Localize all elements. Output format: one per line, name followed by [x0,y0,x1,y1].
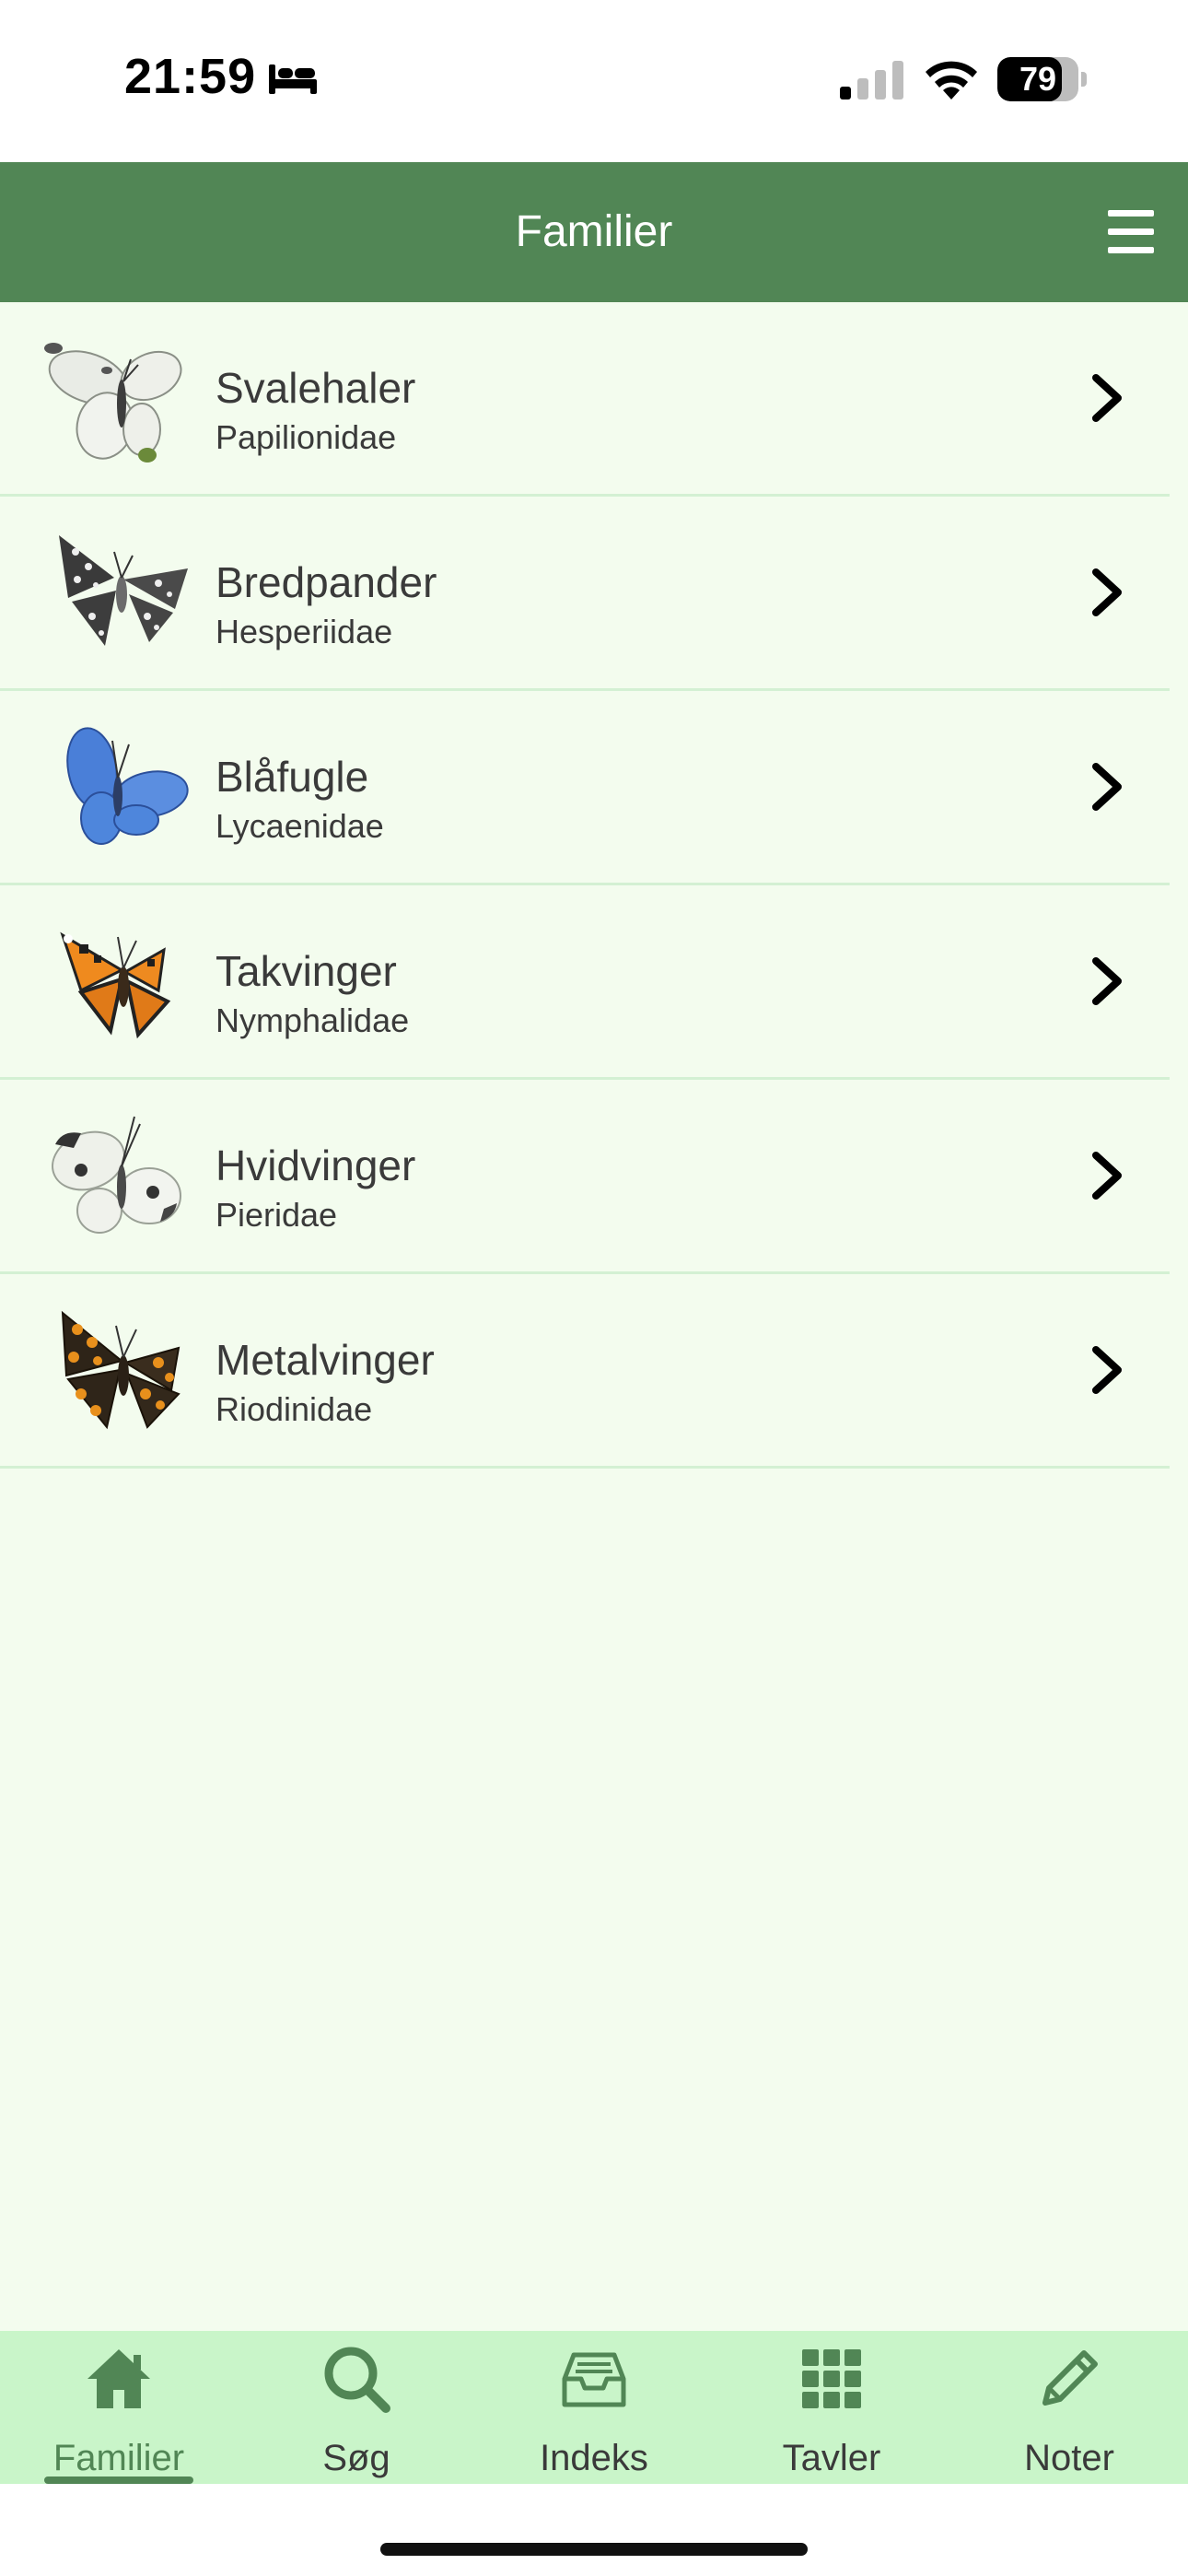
home-indicator-area [0,2484,1188,2576]
family-name: Svalehaler [215,364,416,412]
family-name: Takvinger [215,947,397,995]
battery-level: 79 [1019,60,1057,98]
chevron-right-icon [1092,763,1122,811]
tab-tavler[interactable]: Tavler [713,2331,950,2484]
family-list: Svalehaler Papilionidae Bredpander Hespe… [0,302,1188,1469]
family-row-metalvinger[interactable]: Metalvinger Riodinidae [0,1274,1170,1469]
family-latin-name: Papilionidae [215,418,397,456]
chevron-right-icon [1092,957,1122,1005]
family-name: Hvidvinger [215,1142,416,1189]
tab-label: Søg [322,2438,390,2478]
butterfly-thumbnail [41,1107,197,1246]
family-latin-name: Nymphalidae [215,1001,410,1039]
tab-label: Familier [52,2438,185,2478]
tab-noter[interactable]: Noter [950,2331,1188,2484]
tab-indeks[interactable]: Indeks [475,2331,713,2484]
butterfly-thumbnail [41,330,197,468]
blue-butterfly-icon [66,727,189,845]
family-latin-name: Riodinidae [215,1390,373,1428]
wifi-icon [926,61,977,100]
family-name: Blåfugle [215,753,369,801]
cabbage-white-butterfly-icon [52,1116,181,1234]
home-indicator[interactable] [380,2543,808,2556]
search-icon [324,2347,390,2413]
butterfly-thumbnail [41,719,197,857]
inbox-icon [562,2352,626,2407]
family-row-svalehaler[interactable]: Svalehaler Papilionidae [0,302,1170,497]
chevron-right-icon [1092,1152,1122,1200]
bottom-tab-bar: Familier Søg Indeks Tavler Noter [0,2331,1188,2484]
family-row-blaafugle[interactable]: Blåfugle Lycaenidae [0,691,1170,885]
home-icon [87,2349,150,2408]
tab-label: Noter [1024,2438,1114,2478]
active-tab-indicator [44,2476,193,2484]
chevron-right-icon [1092,568,1122,616]
tab-label: Tavler [782,2438,881,2478]
family-list-container: Svalehaler Papilionidae Bredpander Hespe… [0,302,1188,2331]
menu-button[interactable] [1101,206,1161,258]
butterfly-thumbnail [41,913,197,1051]
tortoiseshell-butterfly-icon [60,931,171,1039]
bed-icon [269,64,317,94]
family-latin-name: Hesperiidae [215,613,393,650]
cellular-signal-icon [840,61,903,100]
family-row-hvidvinger[interactable]: Hvidvinger Pieridae [0,1080,1170,1274]
butterfly-thumbnail [41,524,197,662]
battery-indicator: 79 [997,57,1087,101]
tab-soeg[interactable]: Søg [238,2331,475,2484]
checkered-skipper-icon [59,535,188,646]
status-time: 21:59 [124,49,257,104]
butterfly-thumbnail [41,1302,197,1440]
page-title: Familier [515,207,673,256]
tab-familier[interactable]: Familier [0,2331,238,2484]
family-name: Metalvinger [215,1336,435,1384]
tab-label: Indeks [540,2438,648,2478]
family-row-takvinger[interactable]: Takvinger Nymphalidae [0,885,1170,1080]
chevron-right-icon [1092,374,1122,422]
family-row-bredpander[interactable]: Bredpander Hesperiidae [0,497,1170,691]
fritillary-butterfly-icon [61,1310,181,1430]
app-header: Familier [0,162,1188,302]
hamburger-icon [1108,210,1154,217]
white-butterfly-icon [44,343,182,463]
family-latin-name: Lycaenidae [215,807,384,845]
chevron-right-icon [1092,1346,1122,1394]
grid-icon [802,2349,861,2408]
family-latin-name: Pieridae [215,1196,338,1234]
pencil-icon [1042,2350,1098,2406]
status-bar: 21:59 79 [0,0,1188,162]
family-name: Bredpander [215,558,437,606]
